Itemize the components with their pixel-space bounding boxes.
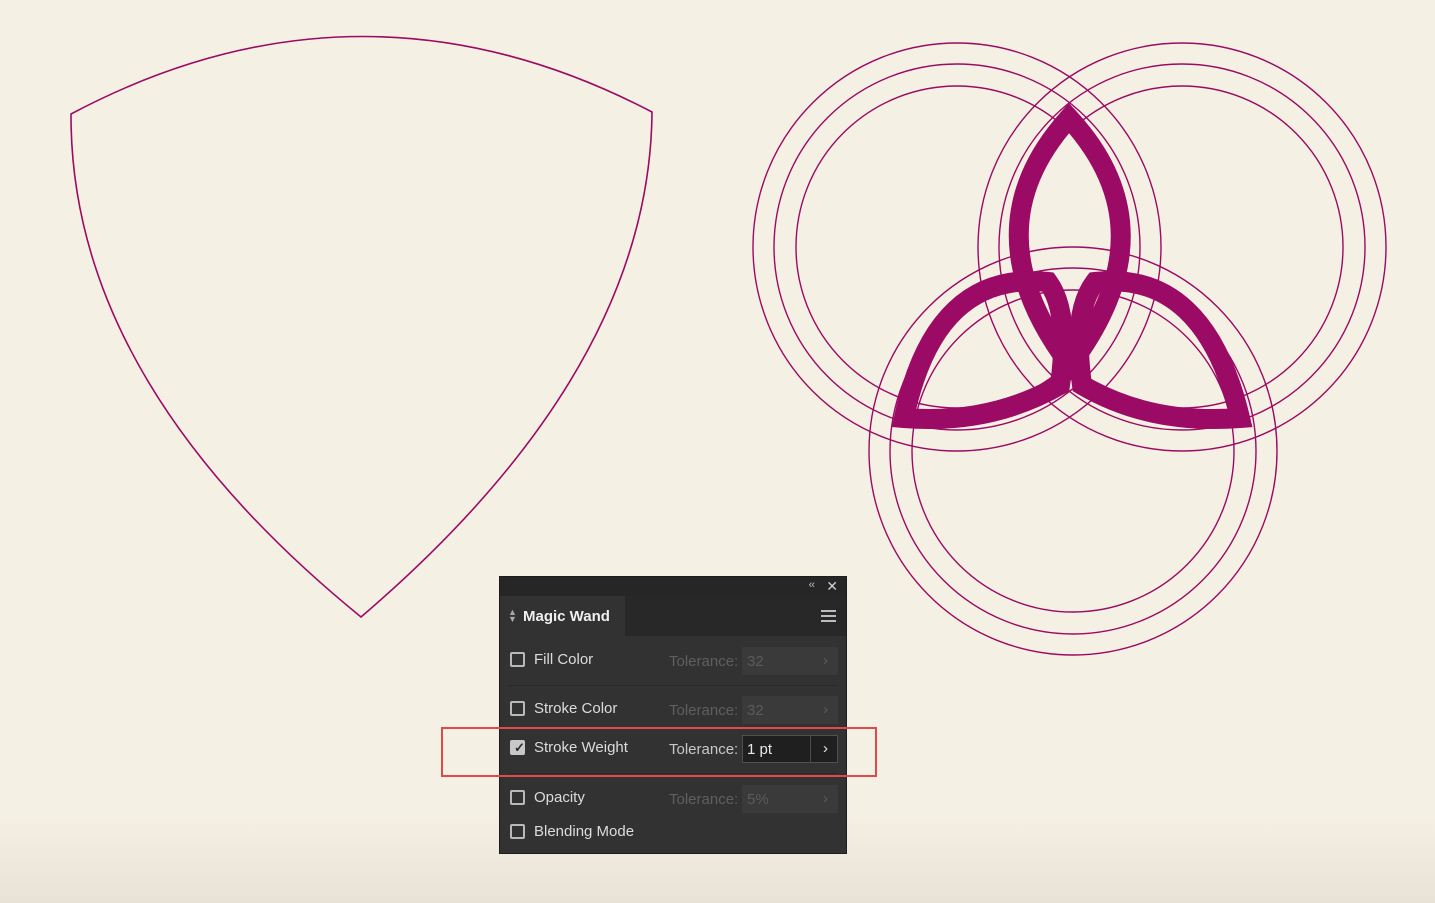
stroke-weight-tolerance-field[interactable]: 1 pt › (742, 735, 838, 763)
stroke-weight-tolerance-value: 1 pt (747, 741, 773, 758)
fill-color-tolerance-value: 32 (747, 653, 764, 670)
opacity-tolerance-field[interactable]: 5% › (742, 785, 838, 813)
opacity-tolerance-value: 5% (747, 791, 769, 808)
hamburger-menu-icon[interactable] (821, 610, 836, 625)
row-divider (508, 685, 838, 686)
chevron-right-icon[interactable]: › (823, 740, 828, 757)
panel-tab-row: ▲ ▼ Magic Wand (500, 596, 846, 636)
field-divider (810, 736, 811, 762)
chevron-right-icon[interactable]: › (823, 790, 828, 807)
fill-color-label: Fill Color (534, 651, 594, 668)
double-chevron-left-icon[interactable]: ‹‹ (809, 579, 815, 591)
stroke-weight-row: ✓ Stroke Weight Tolerance: 1 pt › (500, 733, 846, 765)
panel-title-bar[interactable]: ‹‹ ✕ (500, 577, 846, 596)
opacity-tolerance-label: Tolerance: (669, 791, 739, 808)
fill-color-tolerance-label: Tolerance: (669, 653, 739, 670)
stroke-color-tolerance-value: 32 (747, 702, 764, 719)
expand-arrows-icon[interactable]: ▲ ▼ (508, 608, 517, 624)
fill-color-tolerance-field[interactable]: 32 › (742, 647, 838, 675)
blending-mode-label: Blending Mode (534, 823, 635, 840)
stroke-color-checkbox[interactable] (510, 701, 525, 716)
stroke-weight-label: Stroke Weight (534, 739, 628, 756)
stroke-color-tolerance-label: Tolerance: (669, 702, 739, 719)
chevron-right-icon[interactable]: › (823, 652, 828, 669)
row-divider (508, 773, 838, 774)
opacity-checkbox[interactable] (510, 790, 525, 805)
opacity-label: Opacity (534, 789, 585, 806)
tab-magic-wand[interactable]: ▲ ▼ Magic Wand (500, 596, 625, 636)
close-icon[interactable]: ✕ (826, 578, 838, 595)
stroke-color-row: Stroke Color Tolerance: 32 › (500, 694, 846, 726)
stroke-color-tolerance-field[interactable]: 32 › (742, 696, 838, 724)
shield-shape[interactable] (70, 35, 653, 619)
stroke-weight-tolerance-label: Tolerance: (669, 741, 739, 758)
fill-color-row: Fill Color Tolerance: 32 › (500, 645, 846, 677)
magic-wand-panel: ‹‹ ✕ ▲ ▼ Magic Wand Fill Color Tolerance:… (499, 576, 847, 854)
opacity-row: Opacity Tolerance: 5% › (500, 783, 846, 815)
checkmark-icon: ✓ (514, 740, 525, 755)
panel-title: Magic Wand (523, 607, 610, 625)
stroke-weight-checkbox[interactable]: ✓ (510, 740, 525, 755)
stroke-color-label: Stroke Color (534, 700, 618, 717)
fill-color-checkbox[interactable] (510, 652, 525, 667)
blending-mode-checkbox[interactable] (510, 824, 525, 839)
chevron-right-icon[interactable]: › (823, 701, 828, 718)
blending-mode-row: Blending Mode (500, 817, 846, 849)
